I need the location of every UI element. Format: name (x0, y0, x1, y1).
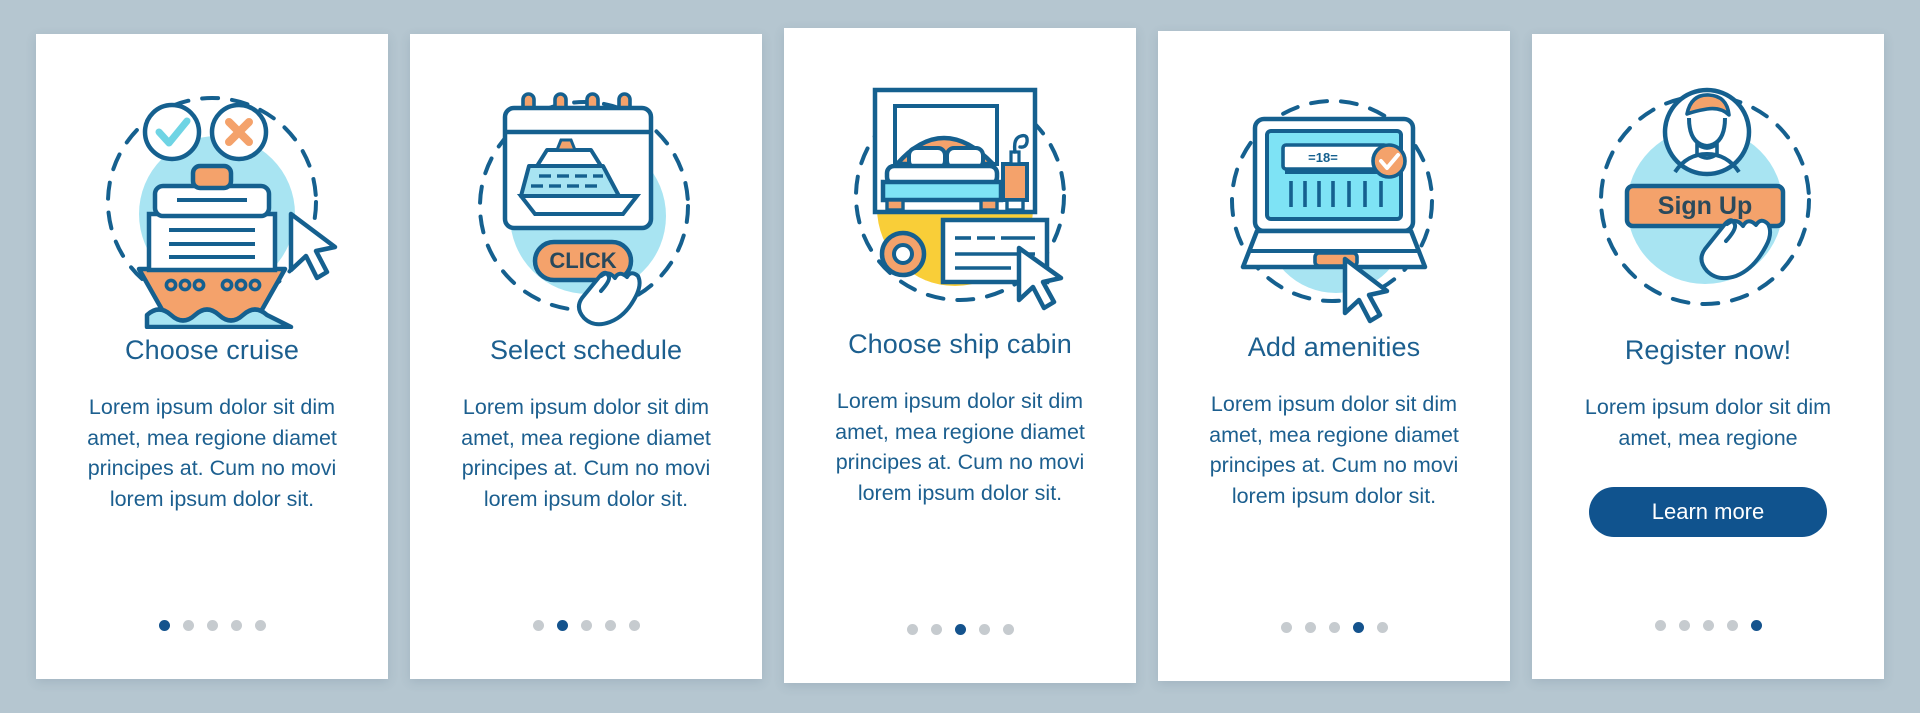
pagination-dot-2[interactable] (930, 624, 942, 635)
onboarding-card-choose-ship-cabin[interactable]: Choose ship cabin Lorem ipsum dolor sit … (784, 28, 1136, 683)
onboarding-screens-stage: Choose cruise Lorem ipsum dolor sit dim … (0, 0, 1920, 713)
laptop-screen-label: =18= (1308, 150, 1338, 165)
pagination-dot-4[interactable] (978, 624, 990, 635)
card-title: Add amenities (1247, 332, 1421, 362)
card-title: Choose ship cabin (848, 329, 1072, 359)
pagination-dot-3[interactable] (1702, 620, 1714, 631)
pagination-dot-3[interactable] (580, 620, 592, 631)
pagination-dots[interactable] (36, 620, 388, 631)
card-body: Lorem ipsum dolor sit dim amet, mea regi… (1584, 395, 1832, 450)
pagination-dot-5[interactable] (1750, 620, 1762, 631)
laptop-booking-icon: =18= (1199, 71, 1469, 326)
card-body: Lorem ipsum dolor sit dim amet, mea regi… (87, 395, 337, 511)
pagination-dot-1[interactable] (1654, 620, 1666, 631)
pagination-dots[interactable] (410, 620, 762, 631)
calendar-ship-click-icon: CLICK (451, 74, 721, 329)
pagination-dot-4[interactable] (230, 620, 242, 631)
cabin-bed-icon (825, 68, 1095, 323)
pagination-dot-4[interactable] (1726, 620, 1738, 631)
card-title: Choose cruise (125, 335, 299, 365)
learn-more-button[interactable]: Learn more (1589, 487, 1827, 538)
pagination-dots[interactable] (784, 624, 1136, 635)
pagination-dot-2[interactable] (1304, 622, 1316, 633)
pagination-dot-3[interactable] (206, 620, 218, 631)
card-title: Select schedule (489, 335, 683, 365)
pagination-dots[interactable] (1532, 620, 1884, 631)
pagination-dot-1[interactable] (532, 620, 544, 631)
pagination-dot-1[interactable] (158, 620, 170, 631)
pagination-dot-5[interactable] (254, 620, 266, 631)
pagination-dot-2[interactable] (1678, 620, 1690, 631)
pagination-dot-4[interactable] (1352, 622, 1364, 633)
pagination-dot-2[interactable] (182, 620, 194, 631)
onboarding-card-row: Choose cruise Lorem ipsum dolor sit dim … (0, 0, 1920, 713)
onboarding-card-add-amenities[interactable]: =18= Add amenities Lorem ipsum dolor sit… (1158, 31, 1510, 681)
pagination-dot-3[interactable] (954, 624, 966, 635)
onboarding-card-register-now[interactable]: Sign Up Register now! Lorem ipsum dolor … (1532, 34, 1884, 679)
pagination-dot-5[interactable] (1002, 624, 1014, 635)
cruise-ship-icon (77, 74, 347, 329)
card-title: Register now! (1624, 335, 1792, 365)
pagination-dots[interactable] (1158, 622, 1510, 633)
pagination-dot-1[interactable] (1280, 622, 1292, 633)
card-body: Lorem ipsum dolor sit dim amet, mea regi… (461, 395, 711, 511)
click-button-label: CLICK (549, 248, 616, 273)
pagination-dot-3[interactable] (1328, 622, 1340, 633)
sign-up-button-label: Sign Up (1658, 192, 1752, 220)
pagination-dot-1[interactable] (906, 624, 918, 635)
pagination-dot-5[interactable] (628, 620, 640, 631)
onboarding-card-select-schedule[interactable]: CLICK Select schedule Lorem ipsum dolor … (410, 34, 762, 679)
pagination-dot-2[interactable] (556, 620, 568, 631)
onboarding-card-choose-cruise[interactable]: Choose cruise Lorem ipsum dolor sit dim … (36, 34, 388, 679)
sign-up-avatar-icon: Sign Up (1573, 74, 1843, 329)
pagination-dot-4[interactable] (604, 620, 616, 631)
card-body: Lorem ipsum dolor sit dim amet, mea regi… (1209, 392, 1459, 508)
card-body: Lorem ipsum dolor sit dim amet, mea regi… (835, 389, 1085, 505)
pagination-dot-5[interactable] (1376, 622, 1388, 633)
